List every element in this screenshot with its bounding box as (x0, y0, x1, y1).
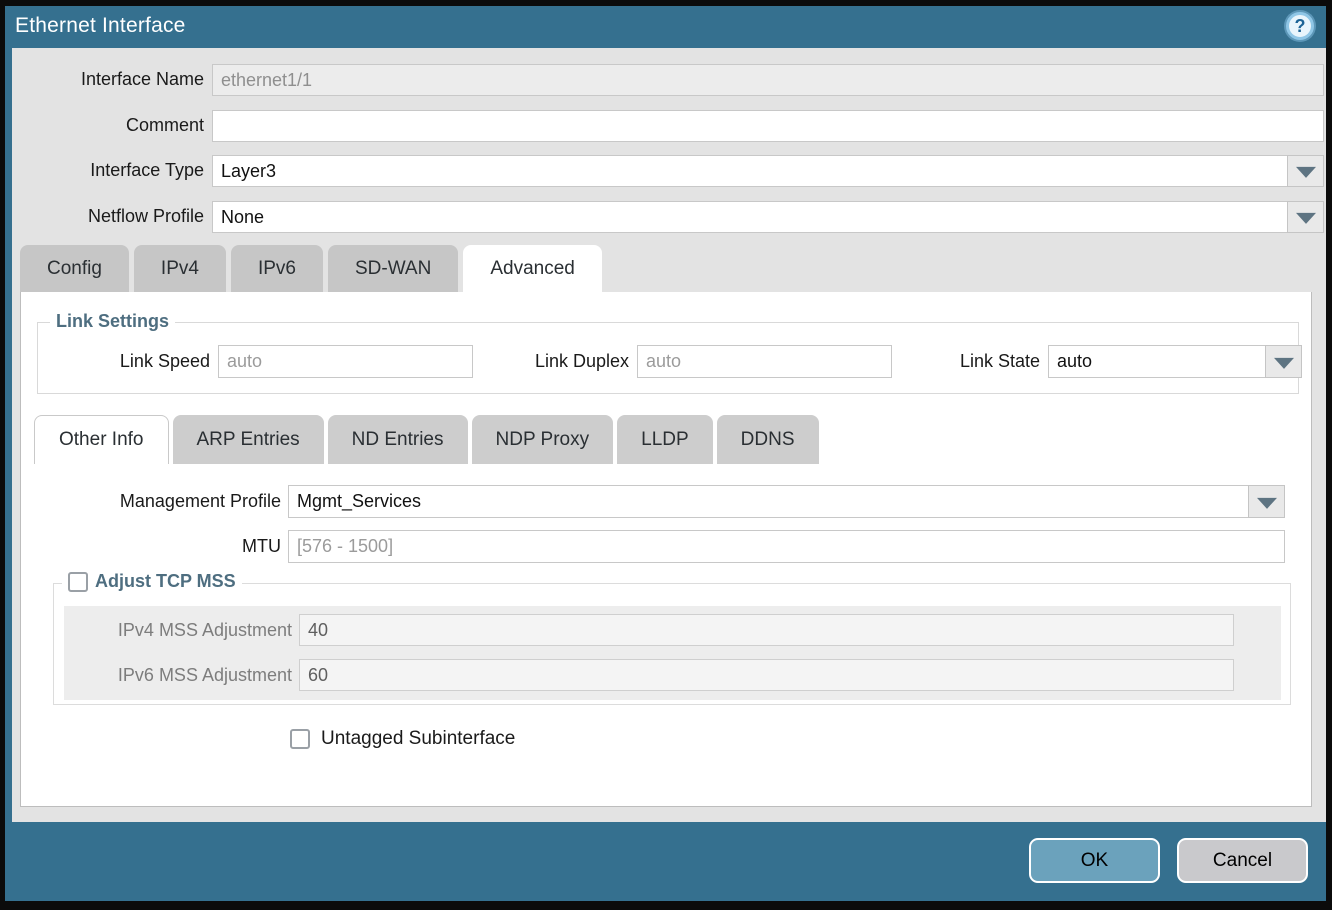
netflow-profile-row: Netflow Profile None (12, 201, 1324, 233)
interface-name-label: Interface Name (12, 69, 204, 90)
interface-name-row: Interface Name (12, 64, 1324, 96)
tab-other-info[interactable]: Other Info (34, 415, 169, 464)
link-duplex-label: Link Duplex (535, 351, 629, 372)
tab-nd-entries[interactable]: ND Entries (328, 415, 468, 464)
ok-button[interactable]: OK (1029, 838, 1160, 883)
mss-disabled-area: IPv4 MSS Adjustment IPv6 MSS Adjustment (64, 606, 1281, 700)
link-state-group: Link State auto (933, 345, 1302, 378)
mtu-input[interactable] (288, 530, 1285, 563)
adjust-tcp-mss-checkbox[interactable] (68, 572, 88, 592)
untagged-subinterface-label: Untagged Subinterface (321, 728, 515, 750)
interface-type-value: Layer3 (221, 161, 276, 182)
link-state-label: Link State (960, 351, 1040, 372)
comment-row: Comment (12, 110, 1324, 142)
tab-ipv4[interactable]: IPv4 (134, 245, 226, 292)
mtu-label: MTU (21, 536, 281, 557)
dialog-body: Interface Name Comment Interface Type La… (12, 48, 1326, 822)
link-state-value: auto (1057, 351, 1092, 372)
link-settings-legend: Link Settings (50, 311, 175, 332)
link-state-dropdown-button[interactable] (1265, 345, 1302, 378)
dialog-footer: OK Cancel (5, 822, 1326, 901)
help-icon[interactable]: ? (1286, 12, 1314, 40)
mtu-row: MTU (21, 530, 1285, 563)
tab-lldp[interactable]: LLDP (617, 415, 713, 464)
interface-type-label: Interface Type (12, 160, 204, 181)
link-speed-input[interactable] (218, 345, 473, 378)
link-speed-label: Link Speed (120, 351, 210, 372)
ipv4-mss-row: IPv4 MSS Adjustment (64, 614, 1281, 647)
chevron-down-icon (1296, 213, 1316, 224)
comment-input[interactable] (212, 110, 1324, 142)
chevron-down-icon (1274, 357, 1294, 368)
netflow-profile-dropdown[interactable]: None (212, 201, 1324, 233)
ipv4-mss-input (299, 614, 1234, 646)
comment-label: Comment (12, 115, 204, 136)
adjust-tcp-mss-fieldset: Adjust TCP MSS IPv4 MSS Adjustment IPv6 … (53, 583, 1291, 705)
interface-type-dropdown[interactable]: Layer3 (212, 155, 1324, 187)
dialog-window: Ethernet Interface ? Interface Name Comm… (5, 6, 1326, 901)
netflow-profile-label: Netflow Profile (12, 206, 204, 227)
tab-sdwan[interactable]: SD-WAN (328, 245, 458, 292)
title-bar: Ethernet Interface ? (5, 6, 1326, 48)
management-profile-dropdown-button[interactable] (1248, 485, 1285, 518)
chevron-down-icon (1257, 497, 1277, 508)
link-duplex-group: Link Duplex (501, 345, 892, 378)
tab-arp-entries[interactable]: ARP Entries (173, 415, 324, 464)
ipv4-mss-label: IPv4 MSS Adjustment (64, 620, 292, 641)
chevron-down-icon (1296, 167, 1316, 178)
tab-config[interactable]: Config (20, 245, 129, 292)
management-profile-value: Mgmt_Services (297, 491, 421, 512)
tab-ndp-proxy[interactable]: NDP Proxy (472, 415, 614, 464)
netflow-profile-value: None (221, 207, 264, 228)
interface-type-dropdown-button[interactable] (1287, 155, 1324, 187)
link-duplex-input[interactable] (637, 345, 892, 378)
link-settings-fieldset: Link Settings Link Speed Link Duplex Lin… (37, 322, 1299, 394)
sub-tab-strip: Other Info ARP Entries ND Entries NDP Pr… (34, 415, 819, 464)
main-tab-strip: Config IPv4 IPv6 SD-WAN Advanced (20, 245, 602, 292)
cancel-button[interactable]: Cancel (1177, 838, 1308, 883)
ipv6-mss-label: IPv6 MSS Adjustment (64, 665, 292, 686)
link-state-dropdown[interactable]: auto (1048, 345, 1302, 378)
interface-type-row: Interface Type Layer3 (12, 155, 1324, 187)
tab-ipv6[interactable]: IPv6 (231, 245, 323, 292)
management-profile-dropdown[interactable]: Mgmt_Services (288, 485, 1285, 518)
management-profile-row: Management Profile Mgmt_Services (21, 485, 1285, 518)
adjust-tcp-mss-legend: Adjust TCP MSS (95, 571, 236, 592)
tab-ddns[interactable]: DDNS (717, 415, 819, 464)
dialog-title: Ethernet Interface (15, 14, 186, 38)
ethernet-interface-dialog: Ethernet Interface ? Interface Name Comm… (0, 0, 1332, 910)
tab-advanced[interactable]: Advanced (463, 245, 602, 292)
netflow-profile-dropdown-button[interactable] (1287, 201, 1324, 233)
link-speed-group: Link Speed (92, 345, 473, 378)
ipv6-mss-input (299, 659, 1234, 691)
advanced-tab-panel: Link Settings Link Speed Link Duplex Lin… (20, 292, 1312, 807)
management-profile-label: Management Profile (21, 491, 281, 512)
untagged-subinterface-row: Untagged Subinterface (290, 728, 515, 750)
interface-name-input (212, 64, 1324, 96)
untagged-subinterface-checkbox[interactable] (290, 729, 310, 749)
ipv6-mss-row: IPv6 MSS Adjustment (64, 659, 1281, 692)
